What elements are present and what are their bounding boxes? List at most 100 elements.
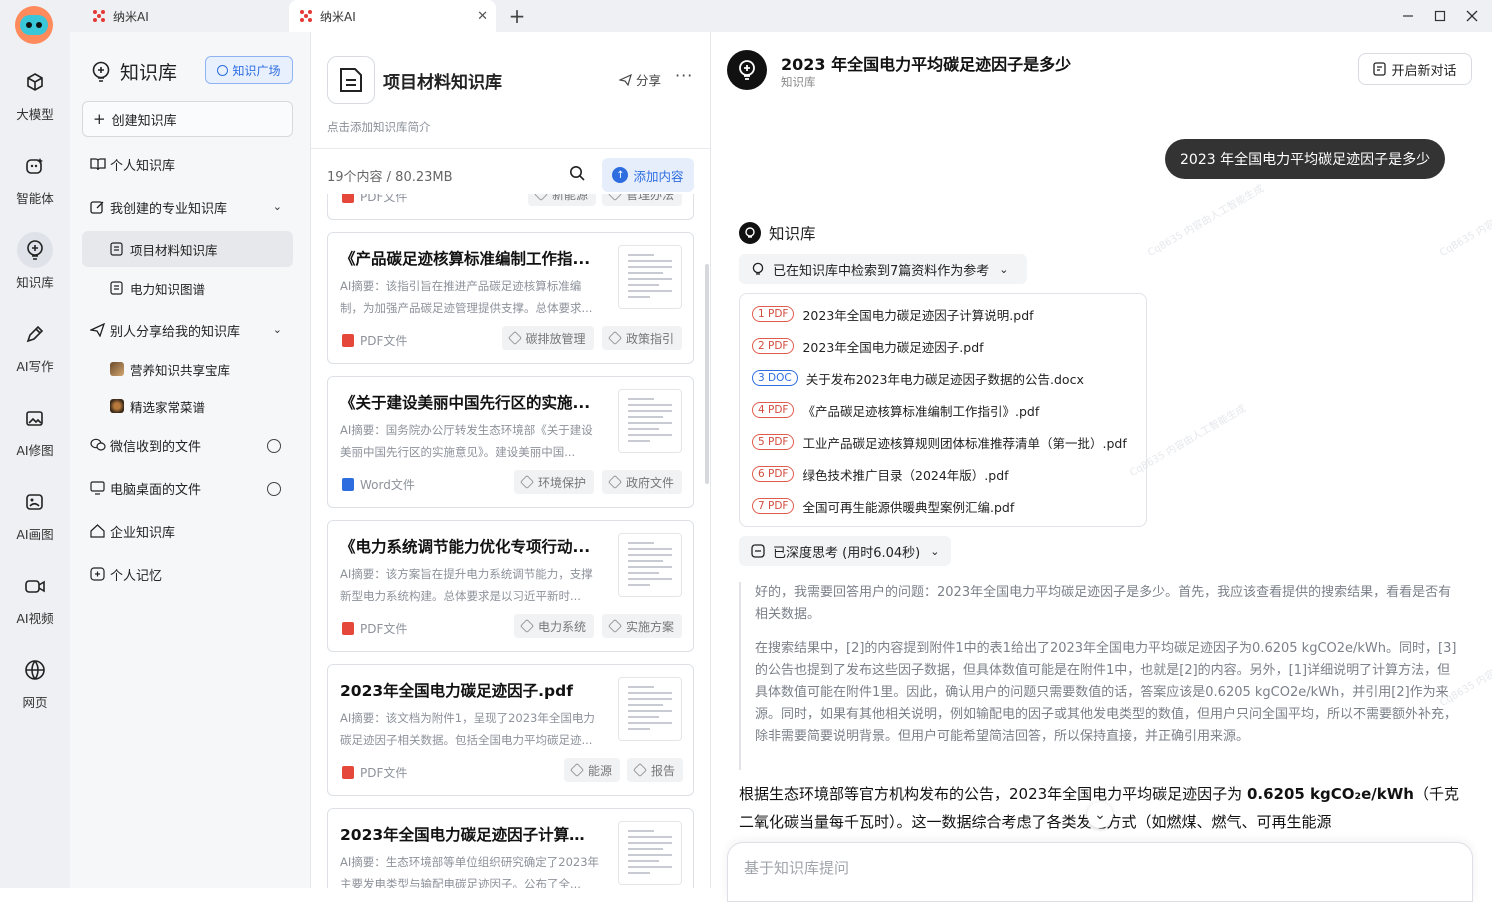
close-tab-icon[interactable]: ✕ — [477, 9, 488, 24]
rail-item[interactable]: 网页 — [0, 652, 70, 711]
rail-item[interactable]: 智能体 — [0, 148, 70, 207]
search-icon[interactable] — [569, 165, 585, 181]
rail-item[interactable]: 知识库 — [0, 232, 70, 291]
rail-label: 大模型 — [16, 107, 54, 122]
tag-icon — [632, 762, 648, 778]
rail-item[interactable]: AI修图 — [0, 400, 70, 459]
avatar — [110, 399, 124, 413]
nav-my-created[interactable]: 我创建的专业知识库 — [90, 197, 290, 217]
tag[interactable]: 能源 — [564, 758, 621, 782]
file-type-label: Word文件 — [360, 478, 415, 492]
reference-item[interactable]: 4 PDF 《产品碳足迹核算标准编制工作指引》.pdf — [752, 400, 1039, 420]
content-card[interactable]: 2023年全国电力碳足迹因子.pdf AI摘要：该文档为附件1，呈现了2023年全… — [327, 664, 694, 796]
reference-name: 2023年全国电力碳足迹因子计算说明.pdf — [802, 307, 1034, 323]
nav-project-materials[interactable]: 项目材料知识库 — [110, 239, 218, 259]
add-content-label: 添加内容 — [633, 168, 684, 184]
create-knowledge-button[interactable]: + 创建知识库 — [82, 101, 293, 137]
reference-name: 工业产品碳足迹核算规则团体标准推荐清单（第一批）.pdf — [802, 435, 1127, 451]
new-tab-button[interactable]: + — [506, 4, 528, 28]
share-button[interactable]: 分享 — [619, 70, 661, 89]
agent-icon — [17, 148, 53, 184]
pen-icon — [17, 316, 53, 352]
globe-icon — [17, 652, 53, 688]
chat-subtitle: 知识库 — [781, 75, 816, 89]
clock-icon[interactable] — [267, 482, 281, 496]
retrieval-toggle[interactable]: 已在知识库中检索到7篇资料作为参考 ⌄ — [739, 254, 1027, 284]
tag[interactable]: 电力系统 — [514, 614, 595, 638]
app-logo[interactable] — [15, 6, 53, 44]
file-type: PDF文件 — [342, 620, 407, 637]
reference-item[interactable]: 7 PDF 全国可再生能源供暖典型案例汇编.pdf — [752, 496, 1014, 516]
tag[interactable]: 新能源 — [528, 194, 597, 206]
nav-enterprise[interactable]: 企业知识库 — [90, 521, 175, 541]
rail-item[interactable]: AI写作 — [0, 316, 70, 375]
question-input[interactable]: 基于知识库提问 — [727, 842, 1473, 902]
tag-label: 碳排放管理 — [525, 331, 586, 346]
card-title: 《产品碳足迹核算标准编制工作指... — [340, 250, 591, 268]
tag[interactable]: 政府文件 — [602, 470, 683, 494]
thinking-icon — [751, 544, 765, 558]
minimize-icon[interactable] — [1398, 6, 1418, 26]
deep-thinking-toggle[interactable]: 已深度思考 (用时6.04秒) ⌄ — [739, 536, 951, 566]
nav-label: 别人分享给我的知识库 — [110, 324, 241, 340]
knowledge-description[interactable]: 点击添加知识库简介 — [327, 119, 431, 135]
cube-icon — [17, 64, 53, 100]
rail-item[interactable]: AI视频 — [0, 568, 70, 627]
tag[interactable]: 管理办法 — [602, 194, 683, 206]
knowledge-plaza-button[interactable]: 知识广场 — [205, 56, 293, 84]
reference-item[interactable]: 6 PDF 绿色技术推广目录（2024年版）.pdf — [752, 464, 1009, 484]
maximize-icon[interactable] — [1430, 6, 1450, 26]
new-chat-button[interactable]: 开启新对话 — [1358, 53, 1472, 85]
more-options-icon[interactable]: ··· — [675, 66, 693, 85]
tag[interactable]: 实施方案 — [602, 614, 683, 638]
tag[interactable]: 碳排放管理 — [501, 326, 594, 350]
reference-item[interactable]: 3 DOC 关于发布2023年电力碳足迹因子数据的公告.docx — [752, 368, 1084, 388]
content-card[interactable]: 《产品碳足迹核算标准编制工作指... AI摘要：该指引旨在推进产品碳足迹核算标准编… — [327, 232, 694, 364]
chevron-down-icon[interactable]: ⌄ — [273, 323, 282, 336]
content-card[interactable]: PDF文件 新能源 管理办法 — [327, 194, 694, 220]
bulb-icon — [17, 232, 53, 268]
close-window-icon[interactable] — [1462, 6, 1482, 26]
reference-list: 1 PDF 2023年全国电力碳足迹因子计算说明.pdf 2 PDF 2023年全国电… — [739, 293, 1147, 527]
add-content-button[interactable]: ↑ 添加内容 — [602, 158, 694, 192]
browser-tab-active[interactable]: 纳米AI ✕ — [289, 0, 496, 32]
content-card[interactable]: 《关于建设美丽中国先行区的实施... AI摘要：国务院办公厅转发生态环境部《关于建… — [327, 376, 694, 508]
tag[interactable]: 政策指引 — [602, 326, 683, 350]
browser-tab[interactable]: 纳米AI — [80, 0, 285, 32]
tag[interactable]: 报告 — [627, 758, 684, 782]
content-card[interactable]: 《电力系统调节能力优化专项行动... AI摘要：该方案旨在提升电力系统调节能力，支… — [327, 520, 694, 652]
file-type-label: PDF文件 — [360, 622, 408, 636]
rail-label: AI画图 — [16, 527, 54, 542]
reference-badge: 7 PDF — [752, 498, 795, 514]
nav-recipes[interactable]: 精选家常菜谱 — [110, 396, 205, 416]
nav-label: 项目材料知识库 — [130, 242, 218, 258]
nav-power-graph[interactable]: 电力知识图谱 — [110, 278, 205, 298]
nav-wechat-files[interactable]: 微信收到的文件 — [90, 435, 201, 455]
nav-personal-knowledge[interactable]: 个人知识库 — [90, 154, 175, 174]
tag-label: 政策指引 — [626, 331, 675, 346]
nav-nutrition[interactable]: 营养知识共享宝库 — [110, 359, 230, 379]
pdf-icon — [342, 334, 354, 347]
reference-badge: 4 PDF — [752, 402, 795, 418]
rail-item[interactable]: AI画图 — [0, 484, 70, 543]
rail-label: 智能体 — [16, 191, 54, 206]
upload-icon: ↑ — [612, 167, 629, 183]
scrollbar[interactable] — [705, 264, 709, 484]
reference-item[interactable]: 2 PDF 2023年全国电力碳足迹因子.pdf — [752, 336, 984, 356]
tag-icon — [607, 618, 623, 634]
nav-personal-memory[interactable]: 个人记忆 — [90, 564, 162, 584]
nav-desktop-files[interactable]: 电脑桌面的文件 — [90, 478, 201, 498]
chevron-down-icon[interactable]: ⌄ — [273, 200, 282, 213]
scroll-down-button[interactable]: ⌄ — [1087, 802, 1113, 828]
reference-item[interactable]: 1 PDF 2023年全国电力碳足迹因子计算说明.pdf — [752, 304, 1034, 324]
chevron-down-icon: ⌄ — [930, 544, 940, 558]
tag[interactable]: 环境保护 — [514, 470, 595, 494]
rail-item[interactable]: 大模型 — [0, 64, 70, 123]
clock-icon[interactable] — [267, 439, 281, 453]
edit-icon — [90, 200, 106, 215]
tag-icon — [519, 474, 535, 490]
reference-item[interactable]: 5 PDF 工业产品碳足迹核算规则团体标准推荐清单（第一批）.pdf — [752, 432, 1127, 452]
content-card[interactable]: 2023年全国电力碳足迹因子计算说... AI摘要：生态环境部等单位组织研究确定了… — [327, 808, 694, 888]
nav-shared[interactable]: 别人分享给我的知识库 — [90, 320, 240, 340]
answer-value: 0.6205 kgCO₂e/kWh — [1246, 785, 1414, 803]
